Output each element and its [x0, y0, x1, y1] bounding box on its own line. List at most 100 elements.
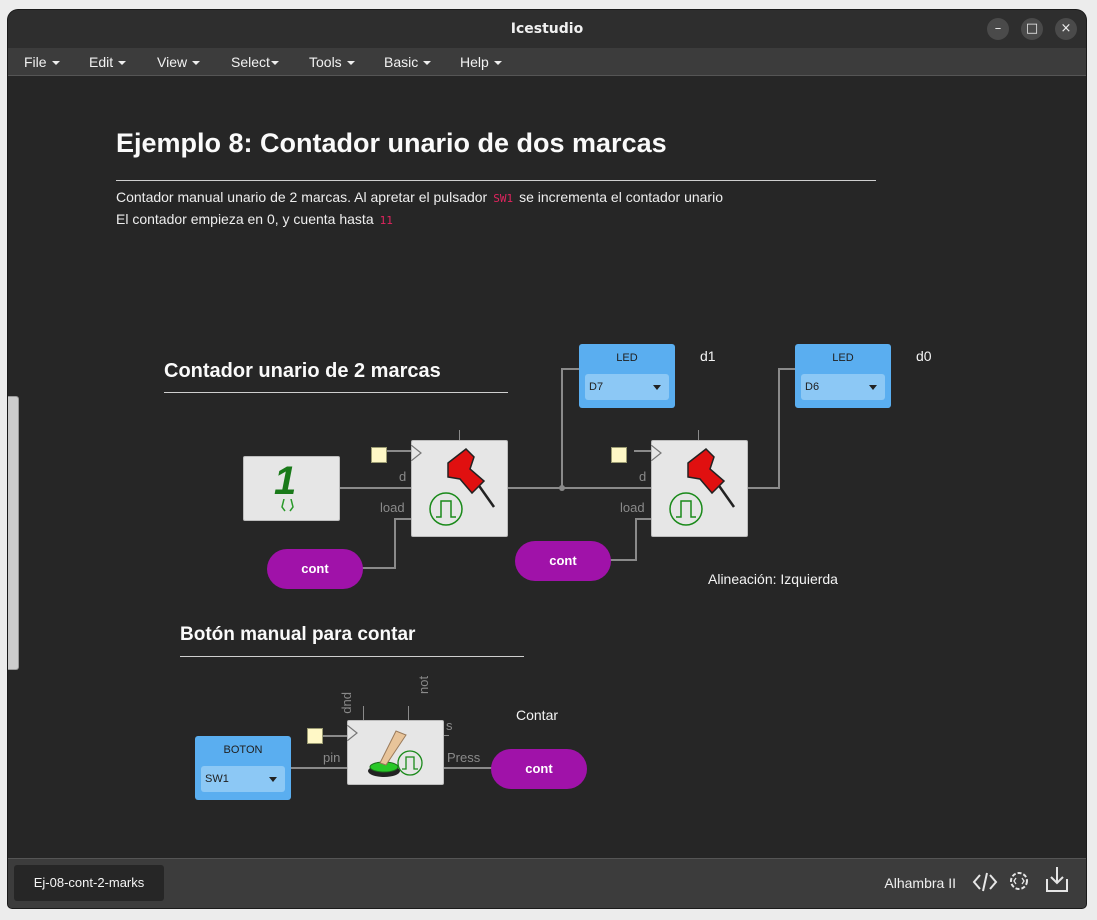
wire — [291, 767, 348, 769]
menu-bar: File Edit View Select Tools Basic Help — [8, 48, 1086, 76]
pulse-icon — [397, 750, 423, 776]
pin-select-sw1[interactable]: SW1 — [201, 766, 285, 792]
port-load: load — [380, 500, 405, 515]
description-line-2: El contador empieza en 0, y cuenta hasta… — [116, 211, 393, 227]
wire — [443, 767, 492, 769]
close-icon[interactable]: × — [1055, 18, 1077, 40]
cont-label-3[interactable]: cont — [491, 749, 587, 789]
const-legs-icon — [281, 499, 294, 512]
status-bar: Ej-08-cont-2-marks Alhambra II — [8, 858, 1086, 908]
wire — [394, 518, 412, 520]
menu-basic[interactable]: Basic — [384, 54, 432, 70]
menu-file[interactable]: File — [24, 54, 60, 70]
menu-view[interactable]: View — [157, 54, 201, 70]
wire — [698, 430, 699, 440]
wire — [386, 450, 412, 452]
clock-input[interactable] — [371, 447, 387, 463]
port-load: load — [620, 500, 645, 515]
wire — [459, 430, 460, 440]
clock-input[interactable] — [307, 728, 323, 744]
design-canvas[interactable]: Ejemplo 8: Contador unario de dos marcas… — [8, 76, 1086, 858]
contar-note: Contar — [516, 707, 559, 723]
dropdown-arrow-icon — [869, 385, 877, 390]
led-name-d0: d0 — [916, 348, 932, 364]
caret-down-icon — [51, 61, 60, 66]
button-block[interactable] — [347, 720, 444, 785]
section-divider — [180, 656, 524, 657]
wire — [561, 368, 563, 489]
pin-select-d6[interactable]: D6 — [801, 374, 885, 400]
port-d: d — [639, 469, 647, 484]
led-d1-block[interactable]: LED D7 — [579, 344, 675, 408]
wire — [634, 450, 652, 452]
page-title: Ejemplo 8: Contador unario de dos marcas — [116, 128, 667, 158]
title-bar: Icestudio – □ × — [8, 10, 1086, 48]
wire — [408, 706, 409, 720]
title-divider — [116, 180, 876, 181]
wire — [506, 487, 651, 489]
pin-select-d7[interactable]: D7 — [585, 374, 669, 400]
constant-one-block[interactable]: 1 — [243, 456, 340, 521]
side-panel-handle[interactable] — [8, 396, 19, 670]
clock-triangle-icon — [347, 725, 358, 741]
boton-input-block[interactable]: BOTON SW1 — [195, 736, 291, 800]
section-title-button: Botón manual para contar — [180, 624, 416, 645]
code-icon[interactable] — [972, 871, 998, 893]
clock-triangle-icon — [411, 445, 422, 461]
section-divider — [164, 392, 508, 393]
menu-edit[interactable]: Edit — [89, 54, 127, 70]
wire — [338, 487, 412, 489]
wire — [610, 559, 637, 561]
description-line-1: Contador manual unario de 2 marcas. Al a… — [116, 189, 723, 205]
caret-down-icon — [346, 61, 355, 66]
port-pin: pin — [323, 750, 341, 765]
project-tab[interactable]: Ej-08-cont-2-marks — [14, 865, 164, 901]
caret-down-icon — [270, 61, 279, 66]
download-icon[interactable] — [1044, 865, 1070, 895]
wire — [635, 518, 637, 560]
wire-junction — [559, 485, 565, 491]
caret-down-icon — [493, 61, 502, 66]
menu-tools[interactable]: Tools — [309, 54, 355, 70]
section-title-counter: Contador unario de 2 marcas — [164, 360, 441, 382]
clock-triangle-icon — [651, 445, 662, 461]
cont-label-2[interactable]: cont — [515, 541, 611, 581]
register-block-1[interactable] — [411, 440, 508, 537]
caret-down-icon — [423, 61, 432, 66]
wire — [561, 368, 579, 370]
port-d: d — [399, 469, 407, 484]
port-press: Press — [447, 750, 481, 765]
maximize-icon[interactable]: □ — [1021, 18, 1043, 40]
wire — [323, 735, 348, 737]
settings-gear-icon[interactable] — [1006, 868, 1032, 894]
app-window: Icestudio – □ × File Edit View Select To… — [8, 10, 1086, 908]
wire — [394, 518, 396, 568]
caret-down-icon — [192, 61, 201, 66]
caret-down-icon — [118, 61, 127, 66]
constant-value: 1 — [274, 459, 297, 503]
board-name[interactable]: Alhambra II — [884, 875, 956, 891]
wire — [748, 487, 779, 489]
inline-code: 11 — [379, 214, 393, 227]
led-d0-block[interactable]: LED D6 — [795, 344, 891, 408]
clock-input[interactable] — [611, 447, 627, 463]
wire — [363, 706, 364, 720]
port-pup: pup — [341, 692, 356, 714]
port-s: s — [446, 718, 453, 733]
inline-code: SW1 — [493, 192, 514, 205]
menu-help[interactable]: Help — [460, 54, 502, 70]
menu-select[interactable]: Select — [231, 54, 279, 70]
pulse-icon — [669, 492, 703, 526]
dropdown-arrow-icon — [653, 385, 661, 390]
wire — [362, 567, 396, 569]
dropdown-arrow-icon — [269, 777, 277, 782]
cont-label-1[interactable]: cont — [267, 549, 363, 589]
minimize-icon[interactable]: – — [987, 18, 1009, 40]
wire — [778, 368, 796, 370]
port-not: not — [416, 675, 431, 694]
window-title: Icestudio — [510, 21, 584, 37]
register-block-2[interactable] — [651, 440, 748, 537]
alignment-note: Alineación: Izquierda — [708, 571, 838, 587]
led-name-d1: d1 — [700, 348, 716, 364]
wire — [778, 368, 780, 489]
